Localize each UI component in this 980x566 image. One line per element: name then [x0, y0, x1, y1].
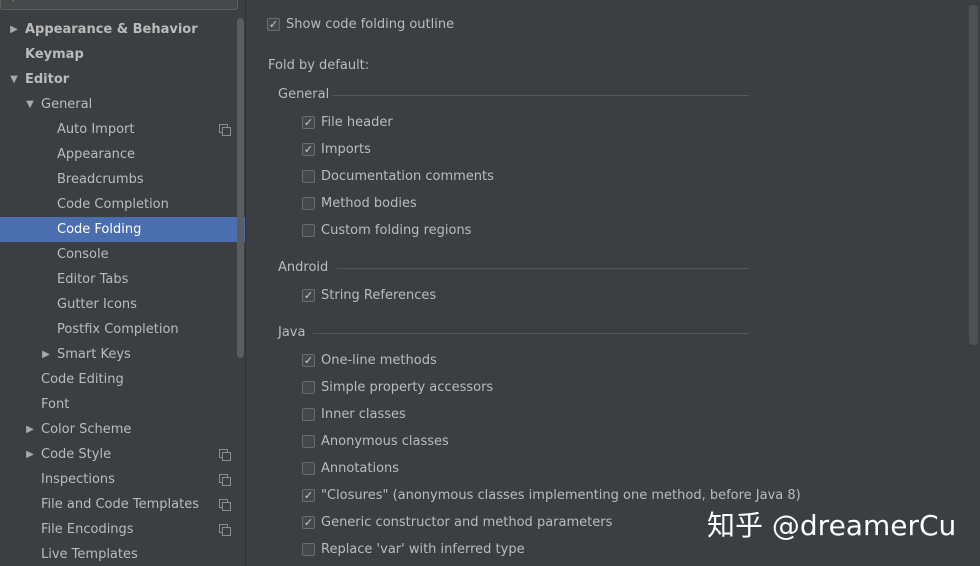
- project-settings-icon: [219, 524, 231, 536]
- checkbox-unchecked-icon[interactable]: [302, 197, 315, 210]
- settings-tree: ⚲ ▶ Appearance & Behavior Keymap ▼ Editor ▼ Ge…: [0, 0, 246, 566]
- sidebar-scrollbar[interactable]: [237, 18, 244, 358]
- checkbox-string-references-label: String References: [321, 288, 437, 303]
- sidebar-item-file-and-code-templates[interactable]: File and Code Templates: [0, 492, 236, 517]
- settings-search-input[interactable]: ⚲: [0, 0, 238, 10]
- sidebar-item-label: Smart Keys: [57, 347, 131, 362]
- checkbox-replace-var-label: Replace 'var' with inferred type: [321, 542, 525, 557]
- checkbox-generic-constructor-label: Generic constructor and method parameter…: [321, 515, 613, 530]
- search-icon: ⚲: [9, 0, 17, 3]
- chevron-right-icon[interactable]: ▶: [24, 417, 36, 442]
- sidebar-item-label: Live Templates: [41, 547, 138, 562]
- checkbox-unchecked-icon[interactable]: [302, 435, 315, 448]
- chevron-right-icon[interactable]: ▶: [40, 342, 52, 367]
- checkbox-simple-property-accessors-label: Simple property accessors: [321, 380, 494, 395]
- sidebar-item-gutter-icons[interactable]: Gutter Icons: [0, 292, 236, 317]
- checkbox-checked-icon[interactable]: ✓: [302, 354, 315, 367]
- checkbox-checked-icon[interactable]: ✓: [302, 116, 315, 129]
- sidebar-item-postfix-completion[interactable]: Postfix Completion: [0, 317, 236, 342]
- sidebar-item-label: Font: [41, 397, 70, 412]
- sidebar-item-label: General: [41, 97, 93, 112]
- sidebar-item-color-scheme[interactable]: ▶ Color Scheme: [0, 417, 236, 442]
- project-settings-icon: [219, 449, 231, 461]
- checkbox-inner-classes-label: Inner classes: [321, 407, 406, 422]
- watermark: 知乎 @dreamerCu: [707, 509, 957, 542]
- chevron-right-icon[interactable]: ▶: [8, 17, 20, 42]
- checkbox-custom-folding-regions-label: Custom folding regions: [321, 223, 472, 238]
- sidebar-item-label: File Encodings: [41, 522, 134, 537]
- group-title-android: Android: [278, 260, 329, 275]
- sidebar-item-breadcrumbs[interactable]: Breadcrumbs: [0, 167, 236, 192]
- project-settings-icon: [219, 474, 231, 486]
- sidebar-item-editor[interactable]: ▼ Editor: [0, 67, 236, 92]
- sidebar-item-label: File and Code Templates: [41, 497, 199, 512]
- sidebar-item-label: Breadcrumbs: [57, 172, 144, 187]
- project-settings-icon: [219, 124, 231, 136]
- sidebar-item-label: Code Editing: [41, 372, 124, 387]
- sidebar-item-label: Keymap: [25, 47, 84, 62]
- sidebar-item-label: Gutter Icons: [57, 297, 137, 312]
- checkbox-anonymous-classes-label: Anonymous classes: [321, 434, 449, 449]
- group-title-general: General: [278, 87, 330, 102]
- sidebar-item-file-encodings[interactable]: File Encodings: [0, 517, 236, 542]
- checkbox-file-header-label: File header: [321, 115, 393, 130]
- sidebar-item-inspections[interactable]: Inspections: [0, 467, 236, 492]
- sidebar-item-appearance-behavior[interactable]: ▶ Appearance & Behavior: [0, 17, 236, 42]
- chevron-right-icon[interactable]: ▶: [24, 442, 36, 467]
- sidebar-item-label: Color Scheme: [41, 422, 132, 437]
- checkbox-unchecked-icon[interactable]: [302, 224, 315, 237]
- sidebar-item-code-editing[interactable]: Code Editing: [0, 367, 236, 392]
- chevron-down-icon[interactable]: ▼: [8, 67, 20, 92]
- sidebar-item-appearance[interactable]: Appearance: [0, 142, 236, 167]
- sidebar-item-label: Editor: [25, 72, 70, 87]
- project-settings-icon: [219, 499, 231, 511]
- sidebar-item-label: Console: [57, 247, 109, 262]
- group-title-java: Java: [278, 325, 306, 340]
- checkbox-closures-label: "Closures" (anonymous classes implementi…: [321, 488, 801, 503]
- checkbox-checked-icon[interactable]: ✓: [302, 143, 315, 156]
- checkbox-annotations-label: Annotations: [321, 461, 400, 476]
- sidebar-item-label: Postfix Completion: [57, 322, 179, 337]
- sidebar-item-label: Code Style: [41, 447, 112, 462]
- group-separator: [332, 95, 749, 96]
- checkbox-checked-icon[interactable]: ✓: [302, 289, 315, 302]
- sidebar-item-live-templates[interactable]: Live Templates: [0, 542, 236, 566]
- checkbox-unchecked-icon[interactable]: [302, 543, 315, 556]
- content-scrollbar[interactable]: [969, 5, 978, 345]
- checkbox-checked-icon[interactable]: ✓: [302, 489, 315, 502]
- code-folding-panel: ✓ Show code folding outline Fold by defaul…: [247, 0, 980, 566]
- sidebar-item-label: Code Folding: [57, 222, 142, 237]
- sidebar-item-editor-tabs[interactable]: Editor Tabs: [0, 267, 236, 292]
- sidebar-item-code-completion[interactable]: Code Completion: [0, 192, 236, 217]
- sidebar-item-label: Editor Tabs: [57, 272, 129, 287]
- sidebar-item-label: Inspections: [41, 472, 115, 487]
- sidebar-item-auto-import[interactable]: Auto Import: [0, 117, 236, 142]
- sidebar-item-general[interactable]: ▼ General: [0, 92, 236, 117]
- checkbox-checked-icon[interactable]: ✓: [267, 18, 280, 31]
- sidebar-item-label: Auto Import: [57, 122, 135, 137]
- sidebar-item-font[interactable]: Font: [0, 392, 236, 417]
- checkbox-unchecked-icon[interactable]: [302, 170, 315, 183]
- sidebar-item-label: Code Completion: [57, 197, 169, 212]
- fold-by-default-label: Fold by default:: [268, 58, 370, 73]
- checkbox-method-bodies-label: Method bodies: [321, 196, 417, 211]
- sidebar-item-keymap[interactable]: Keymap: [0, 42, 236, 67]
- checkbox-unchecked-icon[interactable]: [302, 408, 315, 421]
- group-separator: [337, 268, 749, 269]
- chevron-down-icon[interactable]: ▼: [24, 92, 36, 117]
- show-code-folding-outline-checkbox-label: Show code folding outline: [286, 17, 455, 32]
- group-separator: [313, 333, 749, 334]
- sidebar-item-label: Appearance & Behavior: [25, 22, 198, 37]
- checkbox-imports-label: Imports: [321, 142, 371, 157]
- sidebar-item-console[interactable]: Console: [0, 242, 236, 267]
- checkbox-documentation-comments-label: Documentation comments: [321, 169, 494, 184]
- checkbox-unchecked-icon[interactable]: [302, 462, 315, 475]
- checkbox-one-line-methods-label: One-line methods: [321, 353, 437, 368]
- checkbox-unchecked-icon[interactable]: [302, 381, 315, 394]
- sidebar-item-code-style[interactable]: ▶ Code Style: [0, 442, 236, 467]
- checkbox-checked-icon[interactable]: ✓: [302, 516, 315, 529]
- sidebar-item-code-folding[interactable]: Code Folding: [0, 217, 245, 242]
- sidebar-item-smart-keys[interactable]: ▶ Smart Keys: [0, 342, 236, 367]
- sidebar-item-label: Appearance: [57, 147, 136, 162]
